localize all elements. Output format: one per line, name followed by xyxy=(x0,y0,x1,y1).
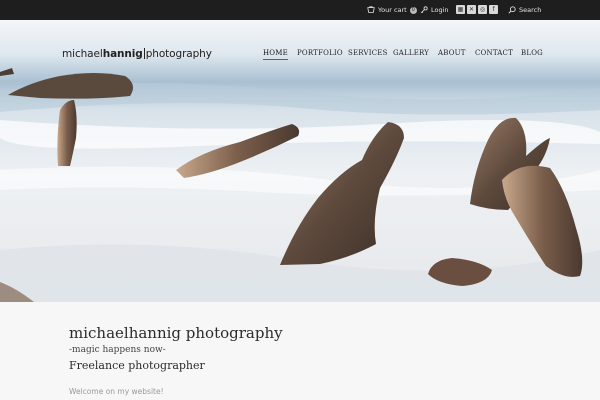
intro-section: michaelhannig photography -magic happens… xyxy=(0,302,600,400)
login-label: Login xyxy=(431,6,449,14)
nav-blog-label: BLOG xyxy=(521,49,543,57)
facebook-icon[interactable]: ▦ xyxy=(456,5,465,14)
nav-about-label: ABOUT xyxy=(438,49,466,57)
nav-about[interactable]: ABOUT xyxy=(438,49,466,57)
twitter-icon[interactable]: ✕ xyxy=(467,5,476,14)
nav-gallery[interactable]: GALLERY xyxy=(393,49,429,57)
instagram-icon[interactable]: ◎ xyxy=(478,5,487,14)
nav-gallery-label: GALLERY xyxy=(393,49,430,57)
site-title: michaelhannig photography xyxy=(69,324,283,342)
site-logo[interactable]: michaelhannig photography xyxy=(62,48,212,60)
search-link[interactable]: Search xyxy=(508,0,541,20)
hero-banner: michaelhannig photography HOME PORTFOLIO … xyxy=(0,20,600,302)
hero-image xyxy=(0,20,600,302)
nav-blog[interactable]: BLOG xyxy=(521,49,543,57)
logo-separator xyxy=(143,48,145,59)
nav-services-label: SERVICES xyxy=(348,49,388,57)
nav-contact[interactable]: CONTACT xyxy=(475,49,513,57)
cart-link[interactable]: Your cart 0 xyxy=(367,0,417,20)
nav-contact-label: CONTACT xyxy=(475,49,513,57)
nav-portfolio-label: PORTFOLIO xyxy=(297,49,343,57)
cart-count-badge: 0 xyxy=(409,6,417,14)
nav-home-label: HOME xyxy=(263,49,288,57)
tagline: -magic happens now- xyxy=(69,345,166,355)
nav-home[interactable]: HOME xyxy=(263,49,288,60)
welcome-text: Welcome on my website! xyxy=(69,387,164,396)
cart-label: Your cart xyxy=(378,6,407,14)
nav-services[interactable]: SERVICES xyxy=(348,49,388,57)
cart-icon xyxy=(367,6,375,13)
logo-text-hannig: hannig xyxy=(102,48,143,60)
flickr-icon[interactable]: f xyxy=(489,5,498,14)
logo-text-michael: michael xyxy=(62,48,103,60)
logo-text-photography: photography xyxy=(145,48,212,60)
top-bar: Your cart 0 Login ▦ ✕ ◎ f Search xyxy=(0,0,600,20)
key-icon xyxy=(420,6,428,14)
nav-active-underline xyxy=(263,59,288,60)
login-link[interactable]: Login xyxy=(420,0,449,20)
search-icon xyxy=(508,6,516,14)
subtitle: Freelance photographer xyxy=(69,359,205,372)
nav-portfolio[interactable]: PORTFOLIO xyxy=(297,49,343,57)
search-label: Search xyxy=(519,6,542,14)
